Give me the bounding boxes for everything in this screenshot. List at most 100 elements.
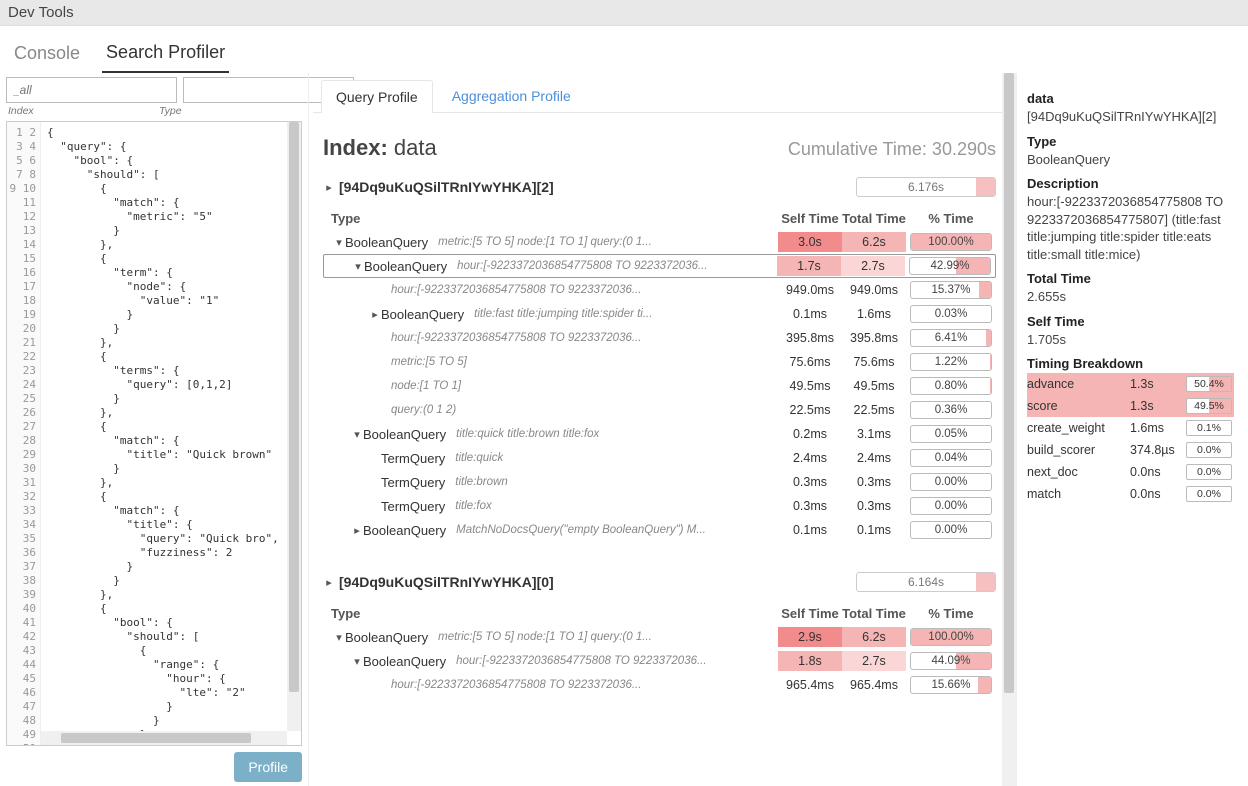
profile-row[interactable]: ▾BooleanQuerymetric:[5 TO 5] node:[1 TO …: [323, 230, 996, 254]
self-time: 1.8s: [778, 651, 842, 671]
self-time: 0.3ms: [778, 472, 842, 492]
profile-row[interactable]: ▾BooleanQueryhour:[-9223372036854775808 …: [323, 254, 996, 278]
row-desc: title:fast title:jumping title:spider ti…: [474, 308, 652, 320]
chevron-down-icon[interactable]: ▾: [352, 260, 364, 273]
profile-row[interactable]: ▾BooleanQuerymetric:[5 TO 5] node:[1 TO …: [323, 625, 996, 649]
percent-bar: 1.22%: [910, 353, 992, 371]
self-time: 75.6ms: [778, 352, 842, 372]
breakdown-bar: 49.5%: [1186, 398, 1232, 414]
self-time: 22.5ms: [778, 400, 842, 420]
subtab-query-profile[interactable]: Query Profile: [321, 80, 433, 113]
chevron-right-icon[interactable]: ▸: [369, 308, 381, 321]
scrollbar-vertical[interactable]: [287, 122, 301, 731]
row-name: TermQuery: [381, 499, 445, 514]
chevron-down-icon[interactable]: ▾: [333, 631, 345, 644]
row-name: TermQuery: [381, 451, 445, 466]
percent-bar: 42.99%: [909, 257, 991, 275]
shard-time-bar: 6.176s: [856, 177, 996, 197]
shard-title: [94Dq9uKuQSilTRnIYwYHKA][0]: [339, 574, 856, 590]
chevron-down-icon[interactable]: ▾: [351, 655, 363, 668]
detail-self-label: Self Time: [1027, 314, 1234, 329]
breakdown-name: build_scorer: [1027, 443, 1130, 457]
index-title: Index: data: [323, 135, 437, 161]
query-editor[interactable]: 1 2 3 4 5 6 7 8 9 10 11 12 13 14 15 16 1…: [6, 121, 302, 746]
row-desc: title:quick title:brown title:fox: [456, 428, 599, 440]
percent-bar: 0.00%: [910, 497, 992, 515]
breakdown-name: score: [1027, 399, 1130, 413]
breakdown-row: build_scorer374.8µs0.0%: [1027, 439, 1234, 461]
profile-row[interactable]: ▾BooleanQueryhour:[-9223372036854775808 …: [323, 649, 996, 673]
shard-header[interactable]: ▸[94Dq9uKuQSilTRnIYwYHKA][2]6.176s: [323, 177, 996, 197]
percent-bar: 44.09%: [910, 652, 992, 670]
profile-row[interactable]: ▾BooleanQuery title:quick title:brown tit…: [323, 422, 996, 446]
chevron-right-icon[interactable]: ▸: [351, 524, 363, 537]
breakdown-bar: 0.0%: [1186, 442, 1232, 458]
percent-bar: 15.37%: [910, 281, 992, 299]
breakdown-name: advance: [1027, 377, 1130, 391]
chevron-down-icon[interactable]: ▾: [351, 428, 363, 441]
self-time: 0.1ms: [778, 304, 842, 324]
self-time: 0.1ms: [778, 520, 842, 540]
profile-row[interactable]: hour:[-9223372036854775808 TO 9223372036…: [323, 278, 996, 302]
total-time: 0.3ms: [842, 496, 906, 516]
profile-row[interactable]: metric:[5 TO 5]75.6ms75.6ms1.22%: [323, 350, 996, 374]
profile-row[interactable]: ▸BooleanQueryMatchNoDocsQuery("empty Boo…: [323, 518, 996, 542]
detail-desc-value: hour:[-9223372036854775808 TO 9223372036…: [1027, 193, 1234, 263]
row-desc: node:[1 TO 1]: [391, 380, 461, 392]
percent-bar: 0.03%: [910, 305, 992, 323]
row-desc: hour:[-9223372036854775808 TO 9223372036…: [391, 679, 641, 691]
type-label: Type: [157, 105, 302, 117]
total-time: 75.6ms: [842, 352, 906, 372]
scrollbar-horizontal[interactable]: [41, 731, 287, 745]
tab-search-profiler[interactable]: Search Profiler: [102, 36, 229, 73]
detail-title-value: [94Dq9uKuQSilTRnIYwYHKA][2]: [1027, 108, 1234, 126]
total-time: 2.7s: [841, 256, 905, 276]
profile-row[interactable]: TermQuerytitle:quick2.4ms2.4ms0.04%: [323, 446, 996, 470]
shard-header[interactable]: ▸[94Dq9uKuQSilTRnIYwYHKA][0]6.164s: [323, 572, 996, 592]
chevron-down-icon[interactable]: ▾: [333, 236, 345, 249]
index-input[interactable]: [6, 77, 177, 103]
self-time: 965.4ms: [778, 675, 842, 695]
tab-console[interactable]: Console: [10, 37, 84, 72]
self-time: 0.2ms: [778, 424, 842, 444]
profile-row[interactable]: node:[1 TO 1]49.5ms49.5ms0.80%: [323, 374, 996, 398]
breakdown-time: 1.3s: [1130, 377, 1186, 391]
center-panel: Query Profile Aggregation Profile Index:…: [308, 73, 1016, 786]
scrollbar-vertical[interactable]: [1002, 73, 1016, 786]
row-desc: metric:[5 TO 5]: [391, 356, 467, 368]
editor-gutter: 1 2 3 4 5 6 7 8 9 10 11 12 13 14 15 16 1…: [7, 122, 41, 745]
cumulative-time: Cumulative Time: 30.290s: [788, 139, 996, 160]
profile-row[interactable]: ▸BooleanQuerytitle:fast title:jumping ti…: [323, 302, 996, 326]
detail-type-value: BooleanQuery: [1027, 151, 1234, 169]
percent-bar: 0.36%: [910, 401, 992, 419]
app-title: Dev Tools: [8, 4, 74, 21]
profile-row[interactable]: TermQuerytitle:fox0.3ms0.3ms0.00%: [323, 494, 996, 518]
total-time: 2.7s: [842, 651, 906, 671]
row-desc: title:fox: [455, 500, 491, 512]
profile-row[interactable]: TermQuerytitle:brown0.3ms0.3ms0.00%: [323, 470, 996, 494]
subtab-aggregation-profile[interactable]: Aggregation Profile: [437, 79, 586, 112]
table-header: TypeSelf TimeTotal Time% Time: [323, 211, 996, 226]
table-header: TypeSelf TimeTotal Time% Time: [323, 606, 996, 621]
detail-desc-label: Description: [1027, 176, 1234, 191]
breakdown-time: 1.3s: [1130, 399, 1186, 413]
row-name: BooleanQuery: [363, 427, 446, 442]
row-desc: hour:[-9223372036854775808 TO 9223372036…: [457, 260, 707, 272]
breakdown-time: 0.0ns: [1130, 465, 1186, 479]
total-time: 3.1ms: [842, 424, 906, 444]
profile-row[interactable]: hour:[-9223372036854775808 TO 9223372036…: [323, 673, 996, 697]
breakdown-time: 1.6ms: [1130, 421, 1186, 435]
total-time: 2.4ms: [842, 448, 906, 468]
breakdown-row: next_doc0.0ns0.0%: [1027, 461, 1234, 483]
row-desc: metric:[5 TO 5] node:[1 TO 1] query:(0 1…: [438, 631, 652, 643]
profile-row[interactable]: query:(0 1 2)22.5ms22.5ms0.36%: [323, 398, 996, 422]
profile-row[interactable]: hour:[-9223372036854775808 TO 9223372036…: [323, 326, 996, 350]
total-time: 965.4ms: [842, 675, 906, 695]
profile-button[interactable]: Profile: [234, 752, 302, 782]
editor-code[interactable]: { "query": { "bool": { "should": [ { "ma…: [41, 122, 301, 745]
titlebar: Dev Tools: [0, 0, 1248, 26]
chevron-right-icon[interactable]: ▸: [323, 181, 335, 194]
percent-bar: 6.41%: [910, 329, 992, 347]
chevron-right-icon[interactable]: ▸: [323, 576, 335, 589]
breakdown-name: match: [1027, 487, 1130, 501]
